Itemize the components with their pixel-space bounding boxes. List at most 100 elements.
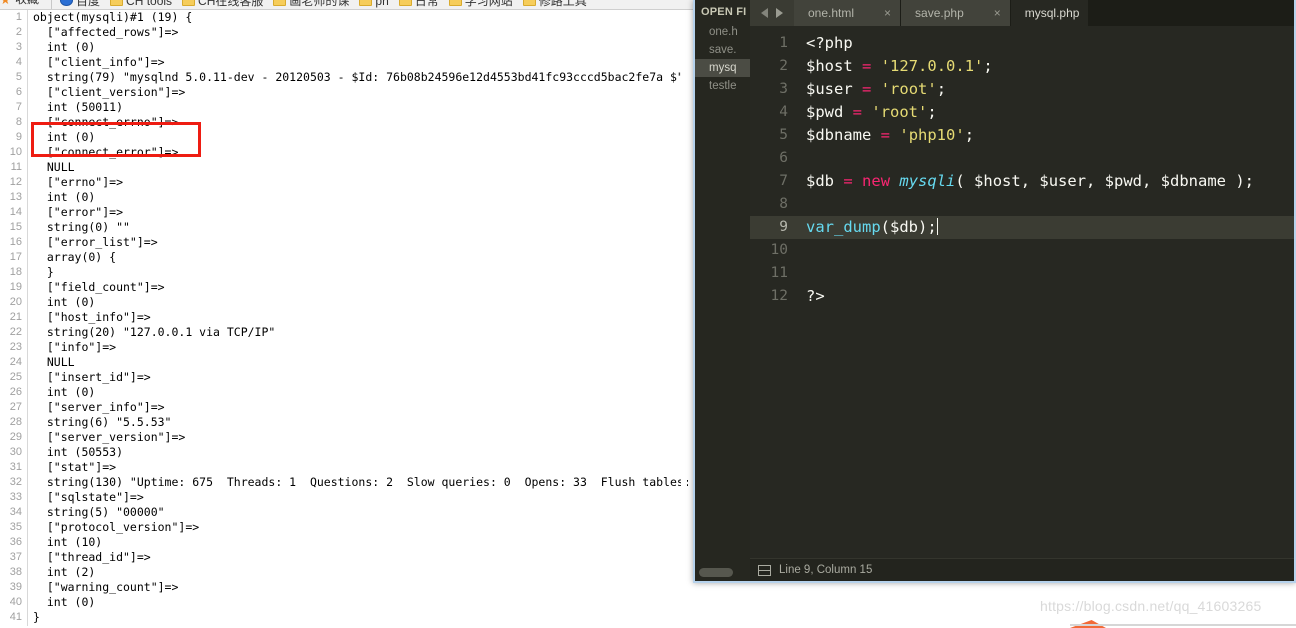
editor-line-number: 1 [779,35,788,51]
bookmark-item-ch-tools[interactable]: CH tools [110,0,172,7]
code-token: '127.0.0.1' [880,57,984,75]
bookmark-item-favorites[interactable]: ★ 收藏 [0,0,39,7]
dump-line-number: 28 [9,416,22,428]
dump-line: ["thread_id"]=> [33,550,151,564]
bookmark-item-daily[interactable]: 日常 [398,0,439,7]
dump-line: ["sqlstate"]=> [33,490,144,504]
editor-line-number: 9 [750,216,796,239]
dump-line-number: 21 [9,311,22,323]
bookmark-label: 修路工具 [538,0,587,8]
code-token: ; [983,57,993,75]
dump-line-number: 16 [9,236,22,248]
bookmark-item-teacher-course[interactable]: 画老师的课 [273,0,350,8]
dump-line: string(130) "Uptime: 675 Threads: 1 Ques… [33,475,688,489]
code-editor-pane[interactable]: 1 2 3 4 5 6 7 8 9 10 11 12 <?php $host = '127.0.0.1'… [750,26,1294,558]
sidebar-file-item[interactable]: testle [695,77,750,95]
code-token: 'root' [880,80,937,98]
bookmark-item-ch-online-service[interactable]: CH在线客服 [182,0,263,7]
dump-line-number: 17 [9,251,22,263]
code-token: var_dump [806,218,881,236]
dump-line: ["warning_count"]=> [33,580,179,594]
code-token: $user [806,80,853,98]
dump-line-number-gutter: 1 2 3 4 5 6 7 8 9 10 11 12 13 14 15 16 17 18 19 20 21 22 23 24 2… [0,10,28,626]
tab-nav-arrows[interactable] [750,0,794,26]
dump-line: } [33,265,54,279]
editor-code-content[interactable]: <?php $host = '127.0.0.1'; $user = 'root';… [796,26,1294,558]
editor-tab[interactable]: mysql.php× [1010,0,1090,26]
sidebar-file-item[interactable]: save. [695,41,750,59]
dump-line-number: 10 [9,146,22,158]
close-icon[interactable]: × [884,7,891,19]
editor-line-number: 10 [770,242,788,258]
dump-line-number: 22 [9,326,22,338]
dump-line-number: 5 [15,71,22,83]
dump-line-number: 30 [9,446,22,458]
editor-code-line[interactable]: $dbname = 'php10'; [796,124,1294,147]
folder-icon [182,0,196,6]
editor-code-line[interactable] [796,193,1294,216]
prev-tab-arrow-icon[interactable] [761,8,768,18]
dump-line-number: 25 [9,371,22,383]
dump-line: ["connect_errno"]=> [33,115,179,129]
editor-code-line[interactable] [796,262,1294,285]
dump-line-number: 27 [9,401,22,413]
folder-icon [398,0,412,6]
dump-line: ["info"]=> [33,340,117,354]
editor-tab-bar: one.html × save.php × mysql.php× [750,0,1294,26]
sidebar-file-item[interactable]: one.h [695,23,750,41]
editor-code-line[interactable]: $host = '127.0.0.1'; [796,55,1294,78]
folder-icon [359,0,373,6]
dump-line: ["affected_rows"]=> [33,25,179,39]
csdn-watermark: https://blog.csdn.net/qq_41603265 [1040,598,1262,614]
editor-code-line[interactable]: var_dump($db); [796,216,1294,239]
dump-line: int (50553) [33,445,124,459]
page-scrollbar[interactable] [681,20,687,626]
editor-line-number: 11 [770,265,788,281]
bookmark-label: 画老师的课 [289,0,350,8]
editor-code-line[interactable]: ?> [796,285,1294,308]
editor-code-line[interactable]: $user = 'root'; [796,78,1294,101]
code-token: ( $host, $user, $pwd, $dbname ); [955,172,1254,190]
editor-code-line[interactable] [796,147,1294,170]
dump-line: int (10) [33,535,103,549]
dump-line: NULL [33,160,75,174]
close-icon[interactable]: × [994,7,1001,19]
star-icon: ★ [0,0,11,7]
dump-line: string(20) "127.0.0.1 via TCP/IP" [33,325,276,339]
sidebar-open-files-list[interactable]: one.h save. mysq testle [695,23,750,95]
dump-line-number: 6 [15,86,22,98]
code-token: ($db); [880,218,937,236]
tab-label: one.html [808,6,855,20]
folder-icon [110,0,124,6]
dump-line-number: 2 [15,26,22,38]
editor-code-line[interactable]: $db = new mysqli( $host, $user, $pwd, $d… [796,170,1294,193]
bookmark-item-ph[interactable]: ph [359,0,389,7]
dump-line: ["field_count"]=> [33,280,165,294]
editor-tab[interactable]: save.php × [901,0,1011,26]
dump-line-number: 19 [9,281,22,293]
dump-line-number: 8 [15,116,22,128]
code-token: ; [964,126,975,144]
folder-icon [522,0,536,6]
bookmark-label: 百度 [76,0,101,8]
bookmark-item-baidu[interactable]: 百度 [60,0,101,8]
editor-tab[interactable]: one.html × [794,0,902,26]
editor-line-number: 6 [779,150,788,166]
next-tab-arrow-icon[interactable] [776,8,783,18]
dump-line-number: 29 [9,431,22,443]
panel-icon[interactable] [758,564,771,576]
editor-code-line[interactable]: $pwd = 'root'; [796,101,1294,124]
bookmark-item-road-tools[interactable]: 修路工具 [522,0,587,8]
code-token: = [862,57,872,75]
editor-code-line[interactable] [796,239,1294,262]
sidebar-horizontal-scrollbar[interactable] [699,568,733,577]
editor-code-line[interactable]: <?php [796,32,1294,55]
bookmark-item-study-sites[interactable]: 学习网站 [448,0,513,7]
dump-code-text: object(mysqli)#1 (19) { ["affected_rows"… [28,10,688,626]
dump-line: int (0) [33,190,96,204]
sidebar-file-item[interactable]: mysq [695,59,750,77]
